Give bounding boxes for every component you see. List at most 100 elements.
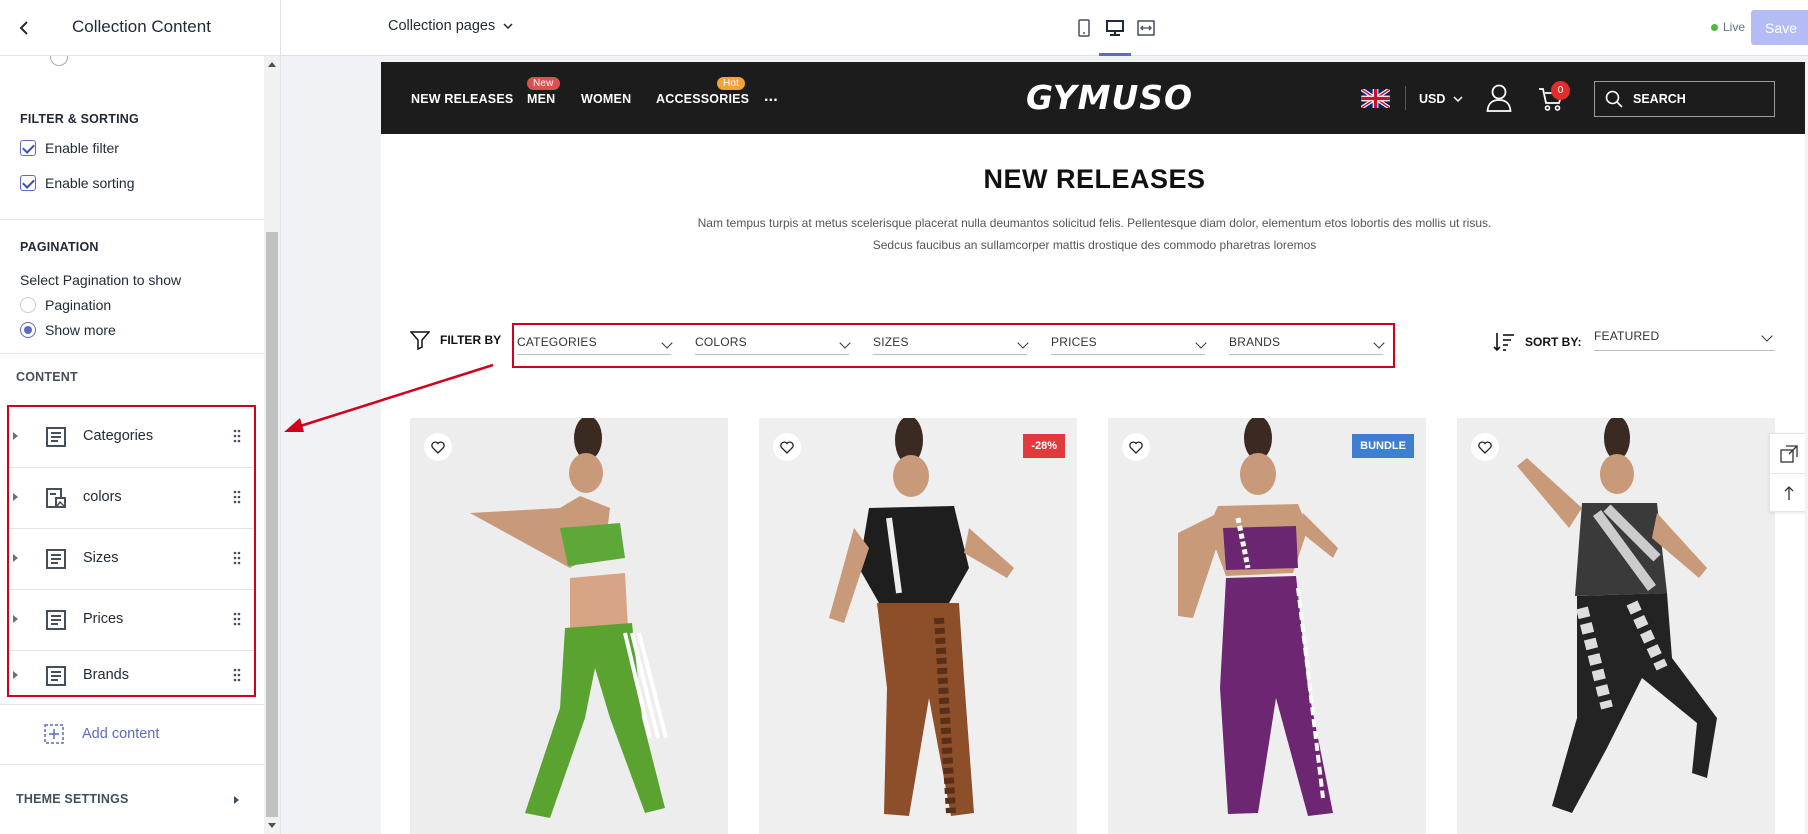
expand-caret-icon[interactable] <box>13 554 18 562</box>
expand-caret-icon[interactable] <box>13 493 18 501</box>
theme-settings-toggle[interactable]: THEME SETTINGS <box>0 764 264 834</box>
search-placeholder: SEARCH <box>1633 92 1686 106</box>
drag-handle-icon[interactable] <box>233 612 241 626</box>
product-image[interactable] <box>1457 418 1775 834</box>
sort-value: FEATURED <box>1594 329 1660 343</box>
sort-dropdown[interactable]: FEATURED <box>1594 329 1775 351</box>
drag-handle-icon[interactable] <box>233 668 241 682</box>
scrollbar-thumb[interactable] <box>266 232 278 817</box>
new-badge: New <box>527 77 560 90</box>
pagination-title: PAGINATION <box>20 240 99 254</box>
scroll-down-icon[interactable] <box>268 823 276 828</box>
expand-button[interactable] <box>1770 434 1807 473</box>
desktop-view-button[interactable] <box>1099 14 1131 56</box>
drag-handle-icon[interactable] <box>233 551 241 565</box>
product-image[interactable] <box>759 418 1077 834</box>
chevron-down-icon <box>1373 337 1385 349</box>
product-card[interactable] <box>1457 418 1775 834</box>
enable-filter-checkbox[interactable]: Enable filter <box>20 140 119 156</box>
live-label: Live <box>1723 20 1746 34</box>
add-content-label: Add content <box>82 726 160 742</box>
sidebar-scrollbar[interactable] <box>264 56 280 834</box>
filter-categories-dropdown[interactable]: CATEGORIES <box>517 335 673 355</box>
filter-sizes-dropdown[interactable]: SIZES <box>873 335 1029 355</box>
chevron-down-icon <box>661 337 673 349</box>
collection-description-line1: Nam tempus turpis at metus scelerisque p… <box>697 216 1492 230</box>
nav-men[interactable]: New MEN <box>527 77 560 106</box>
text-block-icon <box>46 427 66 447</box>
nav-more[interactable]: ... <box>764 88 778 106</box>
drag-handle-icon[interactable] <box>233 490 241 504</box>
caret-right-icon <box>234 796 239 804</box>
store-header: NEW RELEASES New MEN WOMEN Hot ACCESSORI… <box>381 62 1808 134</box>
nav-women[interactable]: WOMEN <box>581 92 631 106</box>
expand-caret-icon[interactable] <box>13 671 18 679</box>
sort-by-label: SORT BY: <box>1493 332 1581 352</box>
wishlist-button[interactable] <box>424 433 452 461</box>
chevron-down-icon <box>1017 337 1029 349</box>
page-type-label: Collection pages <box>388 18 496 34</box>
filter-brands-dropdown[interactable]: BRANDS <box>1229 335 1385 355</box>
text-block-icon <box>46 666 66 686</box>
header-divider <box>1405 86 1406 110</box>
block-item-prices[interactable]: Prices <box>9 590 254 651</box>
block-item-sizes[interactable]: Sizes <box>9 529 254 590</box>
page-type-select[interactable]: Collection pages <box>388 18 513 34</box>
filter-prices-dropdown[interactable]: PRICES <box>1051 335 1207 355</box>
content-title: CONTENT <box>16 370 78 384</box>
search-icon <box>1605 90 1623 108</box>
mobile-view-button[interactable] <box>1069 14 1099 42</box>
currency-select[interactable]: USD <box>1419 92 1463 106</box>
block-label: colors <box>83 489 122 505</box>
pagination-select-label: Select Pagination to show <box>20 272 182 288</box>
block-item-categories[interactable]: Categories <box>9 407 254 468</box>
add-content-button[interactable]: Add content <box>44 724 159 744</box>
text-block-icon <box>46 549 66 569</box>
radio-pagination-label: Pagination <box>45 297 112 313</box>
wishlist-button[interactable] <box>1471 433 1499 461</box>
uk-flag-icon[interactable] <box>1361 89 1390 108</box>
product-card[interactable]: BUNDLE <box>1108 418 1426 834</box>
product-card[interactable] <box>410 418 728 834</box>
filter-colors-dropdown[interactable]: COLORS <box>695 335 851 355</box>
enable-filter-label: Enable filter <box>45 140 119 156</box>
sidebar-header: Collection Content <box>0 0 280 56</box>
radio-show-more[interactable]: Show more <box>20 322 116 338</box>
radio-pagination[interactable]: Pagination <box>20 297 111 313</box>
scroll-up-icon[interactable] <box>268 62 276 67</box>
wishlist-button[interactable] <box>773 433 801 461</box>
editor-sidebar: FILTER & SORTING Enable filter Enable so… <box>0 0 281 834</box>
back-arrow-icon[interactable] <box>14 18 34 38</box>
heart-icon <box>1129 440 1143 454</box>
product-image[interactable] <box>410 418 728 834</box>
chevron-down-icon <box>503 23 513 29</box>
radio-show-more-label: Show more <box>45 322 116 338</box>
theme-settings-label: THEME SETTINGS <box>16 792 129 806</box>
store-logo[interactable]: GYMUSO <box>1026 78 1193 117</box>
nav-new-releases[interactable]: NEW RELEASES <box>411 92 513 106</box>
filter-sorting-section: FILTER & SORTING Enable filter Enable so… <box>0 86 264 220</box>
collection-title: NEW RELEASES <box>983 164 1206 194</box>
save-button[interactable]: Save <box>1751 10 1808 45</box>
bundle-badge: BUNDLE <box>1352 434 1414 458</box>
expand-caret-icon[interactable] <box>13 432 18 440</box>
wishlist-button[interactable] <box>1122 433 1150 461</box>
block-item-colors[interactable]: colors <box>9 468 254 529</box>
nav-accessories[interactable]: Hot ACCESSORIES <box>656 77 750 106</box>
checkbox-checked-icon <box>20 140 36 156</box>
fullwidth-view-button[interactable] <box>1131 14 1161 42</box>
nav-label: ACCESSORIES <box>656 92 750 106</box>
back-to-top-button[interactable] <box>1770 473 1807 512</box>
search-input[interactable]: SEARCH <box>1594 81 1775 117</box>
drag-handle-icon[interactable] <box>233 429 241 443</box>
content-divider <box>0 704 264 705</box>
product-image[interactable] <box>1108 418 1426 834</box>
block-label: Prices <box>83 611 124 627</box>
block-item-brands[interactable]: Brands <box>9 651 254 695</box>
user-account-icon[interactable] <box>1486 84 1512 112</box>
pagination-section: PAGINATION Select Pagination to show Pag… <box>0 220 264 354</box>
product-card[interactable]: -28% <box>759 418 1077 834</box>
enable-sorting-checkbox[interactable]: Enable sorting <box>20 175 135 191</box>
expand-caret-icon[interactable] <box>13 615 18 623</box>
live-status: Live <box>1711 20 1745 34</box>
